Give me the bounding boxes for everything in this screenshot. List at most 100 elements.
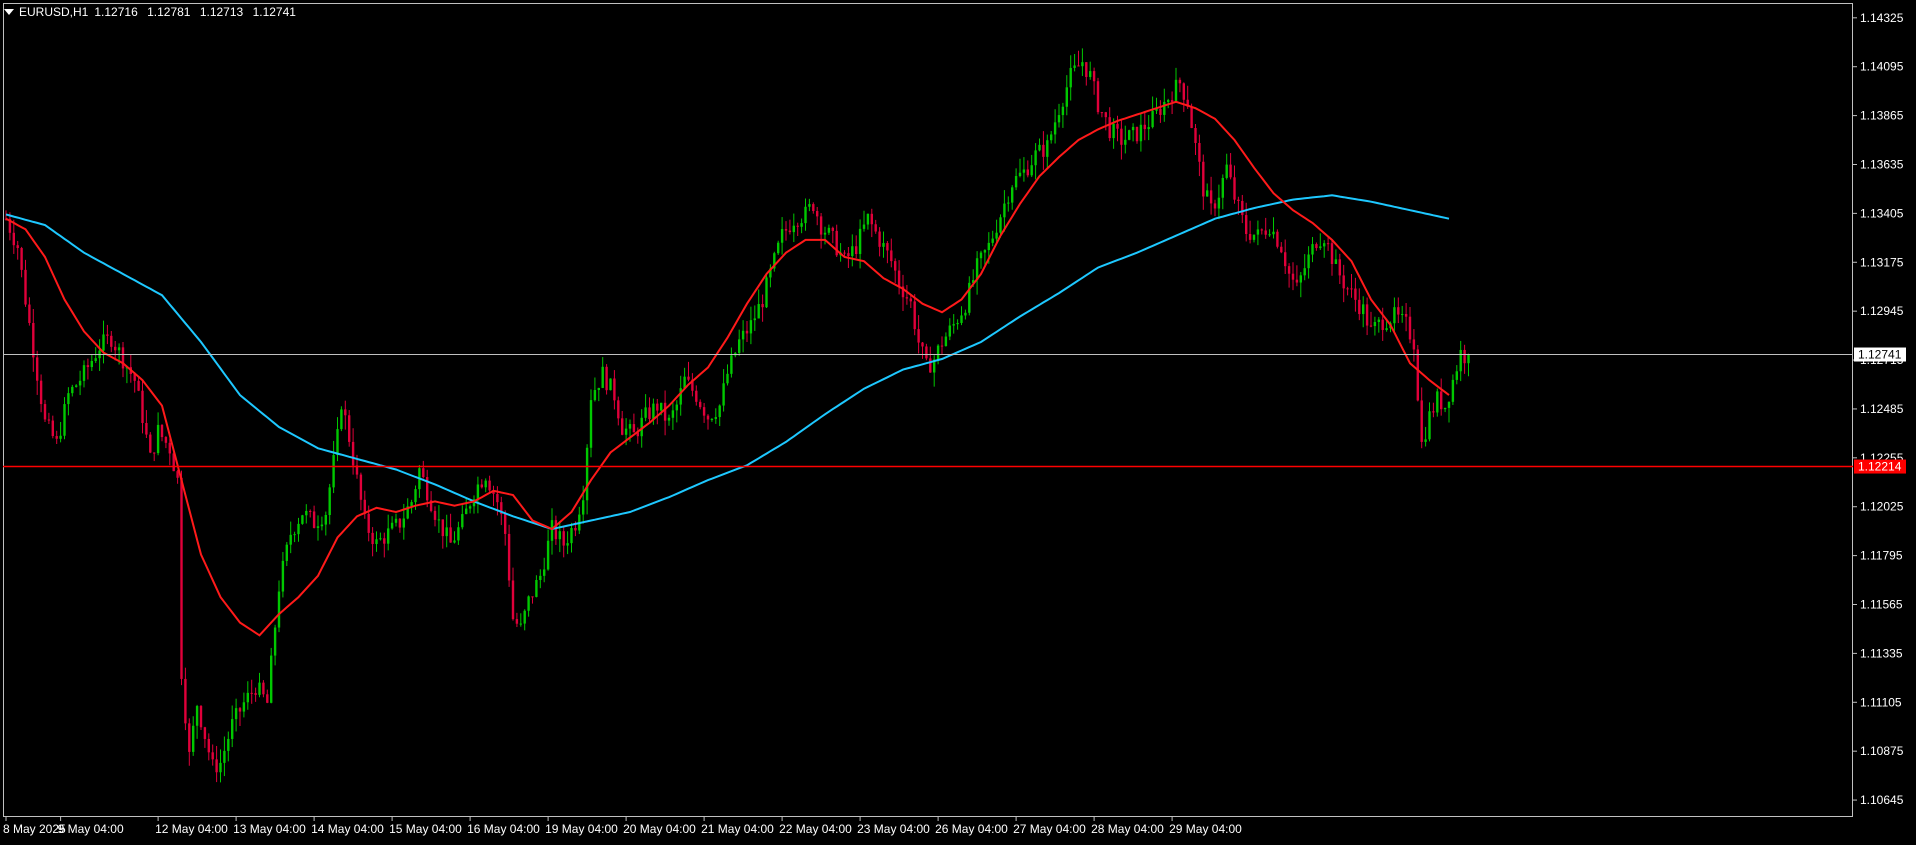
candle: [527, 595, 530, 617]
candle-body: [250, 692, 253, 694]
candle-body: [644, 407, 647, 418]
candle-body: [1404, 314, 1408, 317]
candle: [511, 567, 515, 621]
candle: [621, 410, 624, 436]
candle: [1182, 82, 1185, 112]
candle: [995, 219, 998, 242]
candle: [663, 390, 667, 436]
candle-body: [324, 514, 327, 525]
candle: [1085, 62, 1088, 86]
price-axis[interactable]: 1.14325 1.14095 1.13865 1.13635 1.13405 1.131…: [1853, 11, 1904, 807]
candle-body: [1260, 229, 1263, 231]
candle: [1014, 168, 1018, 191]
time-axis[interactable]: 8 May 20259 May 04:00 12 May 04:00 13 May …: [3, 816, 1242, 836]
candle: [320, 516, 324, 531]
candle-body: [375, 539, 378, 545]
candle-body: [667, 417, 671, 421]
candle: [578, 506, 581, 535]
candle-body: [457, 527, 460, 541]
candle-body: [628, 424, 632, 429]
candle: [968, 276, 971, 316]
candle-body: [141, 390, 144, 423]
candle: [1030, 154, 1033, 178]
time-tick-label: 29 May 04:00: [1169, 822, 1242, 836]
candle-body: [371, 532, 374, 545]
candle-body: [90, 360, 93, 368]
candle-body: [944, 336, 948, 347]
candle-body: [488, 480, 491, 491]
candle-body: [1221, 177, 1224, 198]
candle-body: [894, 261, 897, 271]
candle: [426, 469, 429, 508]
candle-body: [254, 693, 257, 695]
candle-body: [289, 534, 292, 545]
candle: [812, 202, 815, 214]
candle: [921, 342, 924, 359]
current-price-tag-label: 1.12741: [1858, 348, 1902, 362]
candle: [1124, 125, 1127, 154]
dropdown-arrow-icon[interactable]: [4, 9, 14, 15]
candle: [1338, 253, 1341, 284]
candle: [344, 400, 347, 430]
candle-body: [1319, 246, 1322, 249]
candle: [371, 527, 374, 557]
candle-body: [145, 422, 148, 435]
candle: [1436, 388, 1439, 417]
candle-body: [1213, 203, 1217, 209]
candle: [991, 230, 994, 247]
candle: [601, 357, 604, 389]
candle: [562, 525, 565, 558]
candle: [1089, 61, 1092, 80]
candle-body: [1436, 391, 1439, 413]
candle: [874, 219, 877, 234]
candle-body: [332, 455, 335, 488]
candle: [710, 417, 714, 422]
candle-body: [597, 387, 600, 391]
price-chart[interactable]: 1.14325 1.14095 1.13865 1.13635 1.13405 1.131…: [0, 0, 1916, 840]
candle: [870, 208, 873, 238]
candle-body: [453, 540, 456, 543]
candle: [1213, 199, 1217, 217]
candle-body: [270, 655, 273, 703]
candle: [293, 531, 296, 543]
candle: [1159, 100, 1162, 123]
candle-body: [979, 252, 983, 259]
candle: [1303, 254, 1306, 281]
candle: [1206, 183, 1209, 197]
candle: [309, 509, 312, 518]
candle-body: [1443, 407, 1447, 410]
candle: [558, 520, 561, 553]
candle-body: [745, 330, 749, 334]
candle: [1334, 249, 1338, 265]
candle: [808, 198, 811, 212]
candle: [465, 498, 468, 515]
candle-body: [1428, 411, 1431, 440]
price-tick-label: 1.13405: [1860, 206, 1904, 220]
candle: [749, 306, 753, 345]
candle: [905, 284, 909, 305]
candle-body: [211, 752, 214, 760]
candle: [340, 406, 343, 432]
candle: [301, 514, 304, 525]
candle-body: [866, 213, 870, 225]
candle: [1143, 111, 1146, 141]
candle-body: [1003, 203, 1006, 218]
candle-body: [1069, 67, 1072, 88]
candle-body: [504, 514, 507, 534]
candle-body: [1393, 307, 1396, 324]
candle-body: [28, 304, 31, 323]
candle-body: [1089, 71, 1092, 77]
candle: [940, 336, 944, 355]
candle-body: [808, 204, 811, 207]
candle-body: [722, 383, 725, 406]
candle-body: [480, 484, 483, 488]
candle: [952, 314, 955, 334]
candle-body: [246, 692, 249, 703]
candle: [804, 198, 807, 231]
candle-body: [1163, 101, 1166, 115]
candle: [231, 705, 234, 748]
candle-body: [1022, 169, 1026, 173]
candle-body: [1346, 288, 1349, 290]
candle-body: [1042, 144, 1045, 157]
chart-area[interactable]: EURUSD,H1 1.12716 1.12781 1.12713 1.1274…: [0, 0, 1916, 840]
